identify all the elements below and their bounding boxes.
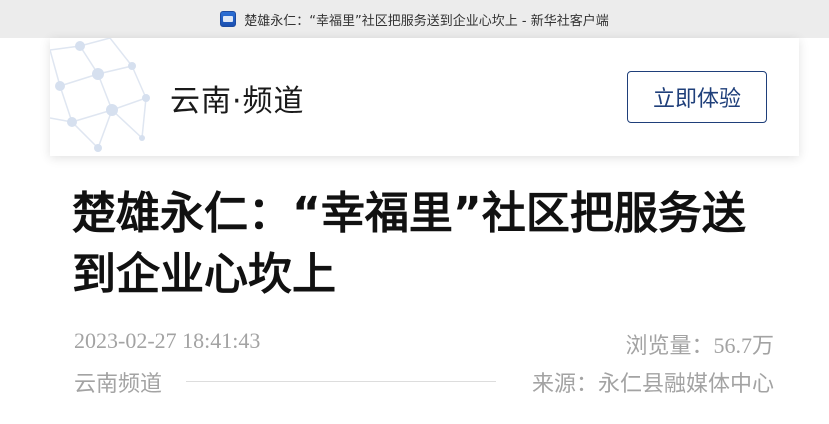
article-meta: 2023-02-27 18:41:43 浏览量：56.7万 xyxy=(74,328,774,360)
publish-datetime: 2023-02-27 18:41:43 xyxy=(74,328,261,353)
xinhua-app-icon xyxy=(220,11,237,27)
page-title: 楚雄永仁：“幸福里”社区把服务送到企业心坎上 - 新华社客户端 xyxy=(244,13,609,29)
browser-title-bar: 楚雄永仁：“幸福里”社区把服务送到企业心坎上 - 新华社客户端 xyxy=(0,0,829,38)
channel-banner: 云南·频道 立即体验 xyxy=(50,38,799,156)
network-decoration-icon xyxy=(50,38,150,152)
view-count-value: 56.7万 xyxy=(713,333,774,358)
view-count-label: 浏览量： xyxy=(625,334,714,359)
divider xyxy=(186,381,496,382)
channel-name: 云南·频道 xyxy=(170,84,305,119)
article-title: 楚雄永仁：“幸福里”社区把服务送到企业心坎上 xyxy=(72,188,746,300)
try-now-button[interactable]: 立即体验 xyxy=(627,71,767,123)
article-source-row: 云南频道 来源：永仁县融媒体中心 xyxy=(74,366,774,398)
view-count: 浏览量：56.7万 xyxy=(625,328,774,360)
channel-tag[interactable]: 云南频道 xyxy=(74,366,162,398)
article-source: 来源：永仁县融媒体中心 xyxy=(531,372,774,397)
